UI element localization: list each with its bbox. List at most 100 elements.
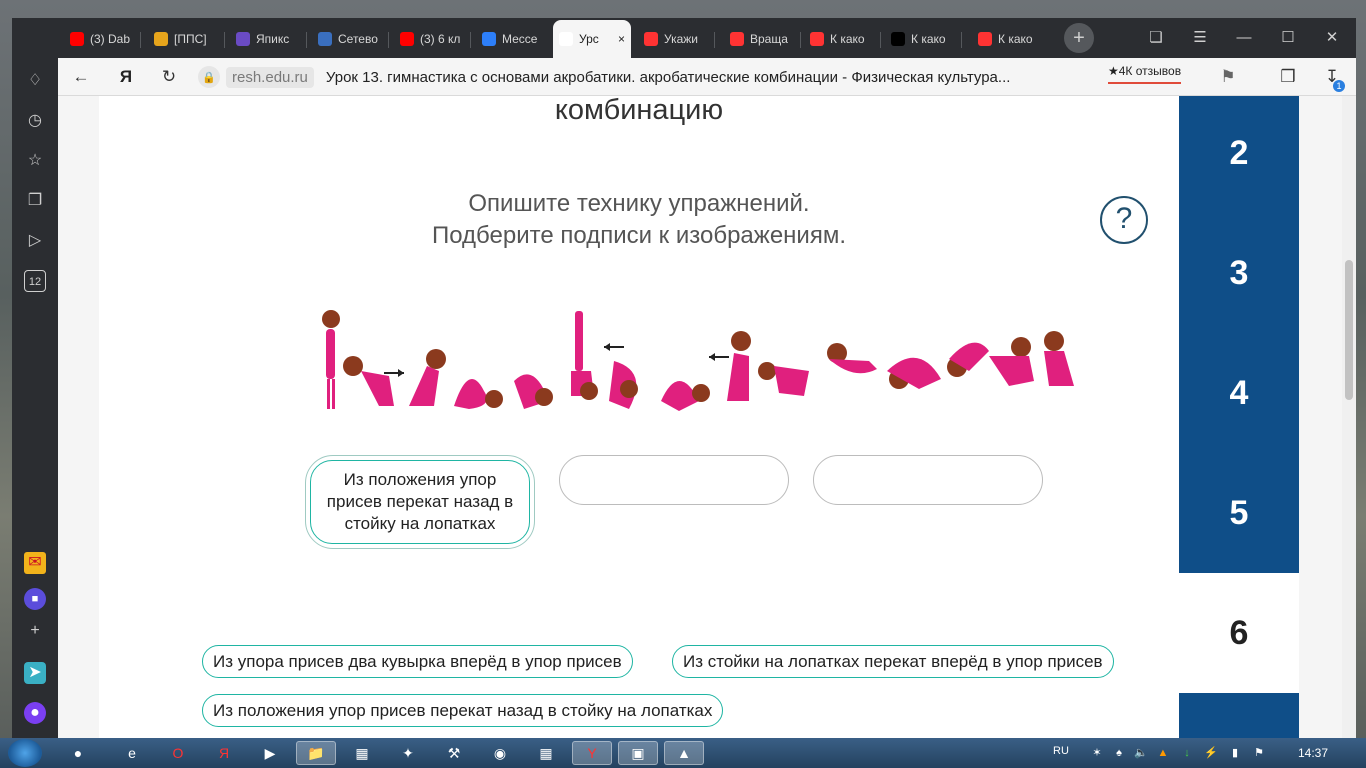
app-taskbar-icon[interactable]: ✦ bbox=[388, 741, 428, 765]
browser-tab[interactable]: К како bbox=[885, 24, 955, 54]
tab-separator bbox=[470, 32, 471, 48]
resh-icon bbox=[559, 32, 573, 46]
task-nav-item-current[interactable]: 6 bbox=[1179, 573, 1299, 693]
yandex-logo-icon[interactable]: Я bbox=[115, 66, 137, 88]
mail-icon[interactable]: ✉ bbox=[24, 552, 46, 574]
task-nav-item-next[interactable] bbox=[1179, 693, 1299, 738]
tab-separator bbox=[961, 32, 962, 48]
maximize-button[interactable]: ☐ bbox=[1277, 27, 1299, 49]
task-heading: комбинацию bbox=[554, 96, 724, 126]
tool-taskbar-icon[interactable]: ⚒ bbox=[434, 741, 474, 765]
browser-tab[interactable]: [ППС] bbox=[148, 24, 218, 54]
yandex-browser-taskbar-icon[interactable]: Y bbox=[572, 741, 612, 765]
tray-icon[interactable]: ✶ bbox=[1090, 746, 1104, 760]
tab-separator bbox=[388, 32, 389, 48]
minimize-button[interactable]: — bbox=[1233, 27, 1255, 49]
yandex-taskbar-icon[interactable]: Я bbox=[204, 741, 244, 765]
acrobatics-illustration bbox=[322, 310, 1074, 411]
browser-tab[interactable]: Урс × bbox=[553, 20, 631, 58]
browser-tab[interactable]: Мессе bbox=[476, 24, 546, 54]
calendar-icon[interactable]: 12 bbox=[24, 270, 46, 292]
language-indicator[interactable]: RU bbox=[1053, 745, 1069, 757]
address-bar[interactable]: 🔒 resh.edu.ru Урок 13. гимнастика с осно… bbox=[198, 62, 1098, 92]
flag-icon[interactable]: ⚑ bbox=[1252, 746, 1266, 760]
bookmarks-icon[interactable]: ❏ bbox=[1145, 27, 1167, 49]
close-tab-icon[interactable]: × bbox=[618, 32, 625, 46]
browser-tab[interactable]: Япикс bbox=[230, 24, 300, 54]
option-chip-2[interactable]: Из стойки на лопатках перекат вперёд в у… bbox=[672, 645, 1114, 678]
taskbar-clock[interactable]: 14:37 bbox=[1298, 746, 1328, 760]
task-nav-item[interactable]: 2 bbox=[1179, 96, 1299, 213]
winrar-taskbar-icon[interactable]: ▦ bbox=[342, 741, 382, 765]
yandex-icon bbox=[644, 32, 658, 46]
task-nav-item[interactable]: 5 bbox=[1179, 453, 1299, 573]
tab-label: (3) 6 кл bbox=[420, 32, 461, 46]
network-icon[interactable]: ▮ bbox=[1228, 746, 1242, 760]
page-viewport: комбинацию Опишите технику упражнений. П… bbox=[58, 96, 1342, 738]
history-icon[interactable]: ◷ bbox=[24, 110, 46, 132]
browser-tab[interactable]: К како bbox=[804, 24, 874, 54]
star-icon[interactable]: ☆ bbox=[24, 150, 46, 172]
game-taskbar-icon[interactable]: ◉ bbox=[480, 741, 520, 765]
messenger-icon[interactable]: ■ bbox=[24, 588, 46, 610]
tray-icon[interactable]: ♠ bbox=[1112, 746, 1126, 760]
scrollbar-thumb[interactable] bbox=[1345, 260, 1353, 400]
download-tray-icon[interactable]: ↓ bbox=[1180, 746, 1194, 760]
start-button[interactable] bbox=[8, 739, 42, 767]
power-icon[interactable]: ⚡ bbox=[1204, 746, 1218, 760]
reload-icon[interactable]: ↻ bbox=[158, 66, 180, 88]
task-number-nav: 2 3 4 5 6 bbox=[1179, 96, 1299, 738]
vs-taskbar-icon[interactable]: ▣ bbox=[618, 741, 658, 765]
answer-slot-1-chip[interactable]: Из положения упор присев перекат назад в… bbox=[310, 460, 530, 544]
answer-slot-1[interactable]: Из положения упор присев перекат назад в… bbox=[305, 455, 535, 549]
alice-taskbar-icon[interactable]: ● bbox=[58, 741, 98, 765]
browser-tab[interactable]: Укажи bbox=[638, 24, 708, 54]
collections-icon[interactable]: ❐ bbox=[24, 190, 46, 212]
add-icon[interactable]: + bbox=[24, 620, 46, 642]
answer-slot-2[interactable] bbox=[559, 455, 789, 505]
task-nav-item[interactable]: 3 bbox=[1179, 213, 1299, 333]
tab-label: Урс bbox=[579, 32, 599, 46]
help-button[interactable]: ? bbox=[1100, 196, 1148, 244]
browser-tab[interactable]: (3) 6 кл bbox=[394, 24, 464, 54]
reviews-badge[interactable]: ★4К отзывов bbox=[1108, 64, 1182, 84]
browser-tab[interactable]: Враща bbox=[724, 24, 794, 54]
tab-label: Сетево bbox=[338, 32, 378, 46]
browser-tab[interactable]: К како bbox=[972, 24, 1042, 54]
menu-icon[interactable]: ☰ bbox=[1189, 27, 1211, 49]
volume-icon[interactable]: 🔈 bbox=[1134, 746, 1148, 760]
close-window-button[interactable]: ✕ bbox=[1321, 27, 1343, 49]
instruction-line-1: Опишите технику упражнений. bbox=[468, 190, 810, 217]
yandex-icon bbox=[730, 32, 744, 46]
explorer-taskbar-icon[interactable]: 📁 bbox=[296, 741, 336, 765]
page-scrollbar[interactable] bbox=[1342, 96, 1356, 738]
tray-icon[interactable]: ▲ bbox=[1156, 746, 1170, 760]
address-page-title: Урок 13. гимнастика с основами акробатик… bbox=[325, 68, 1011, 86]
option-chip-1[interactable]: Из упора присев два кувырка вперёд в упо… bbox=[202, 645, 633, 678]
tab-label: К како bbox=[830, 32, 865, 46]
extensions-icon[interactable]: ❒ bbox=[1277, 66, 1299, 88]
task-nav-item[interactable]: 4 bbox=[1179, 333, 1299, 453]
option-chip-3[interactable]: Из положения упор присев перекат назад в… bbox=[202, 694, 724, 727]
browser-tab[interactable]: (3) Dab bbox=[64, 24, 134, 54]
game2-taskbar-icon[interactable]: ▲ bbox=[664, 741, 704, 765]
tab-separator bbox=[714, 32, 715, 48]
browser-tab[interactable]: Сетево bbox=[312, 24, 382, 54]
alice-icon[interactable]: ● bbox=[24, 702, 46, 724]
answer-slot-3[interactable] bbox=[813, 455, 1043, 505]
new-tab-button[interactable]: + bbox=[1064, 23, 1094, 53]
ie-taskbar-icon[interactable]: e bbox=[112, 741, 152, 765]
lock-icon[interactable]: 🔒 bbox=[198, 66, 220, 88]
bell-icon[interactable]: ♢ bbox=[24, 70, 46, 92]
pps-icon bbox=[154, 32, 168, 46]
bookmark-icon[interactable]: ⚑ bbox=[1217, 66, 1239, 88]
send-icon[interactable]: ➤ bbox=[24, 662, 46, 684]
downloads-count-badge: 1 bbox=[1333, 80, 1345, 92]
opera-taskbar-icon[interactable]: O bbox=[158, 741, 198, 765]
messenger-icon bbox=[482, 32, 496, 46]
tab-bar: (3) Dab [ППС] Япикс Сетево (3) 6 кл Мессе Урс ×… bbox=[12, 18, 1356, 58]
media-taskbar-icon[interactable]: ▶ bbox=[250, 741, 290, 765]
back-button[interactable]: ← bbox=[70, 66, 92, 88]
play-icon[interactable]: ▷ bbox=[24, 230, 46, 252]
archive-taskbar-icon[interactable]: ▦ bbox=[526, 741, 566, 765]
